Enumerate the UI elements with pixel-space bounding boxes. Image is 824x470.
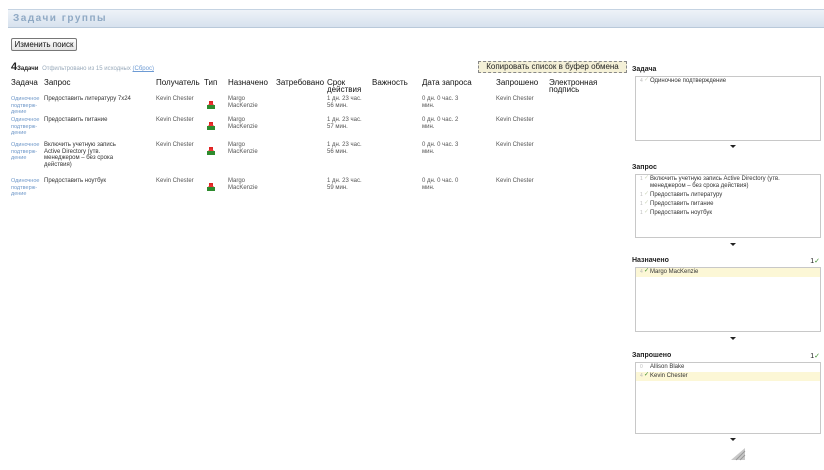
reset-filter-link[interactable]: (Сброс) — [133, 66, 154, 72]
row-requested-date: 0 дн. 0 час. 3 мин. — [422, 96, 459, 109]
filter-item-label: Предоставить ноутбук — [650, 210, 713, 216]
row-request: Предоставить питание — [44, 117, 108, 123]
check-icon: ✓ — [644, 372, 650, 378]
row-request: Включить учетную запись Active Directory… — [44, 142, 116, 168]
filter-item[interactable]: 4 ✓ Kevin Chester — [636, 372, 820, 381]
row-recipient: Kevin Chester — [156, 117, 194, 123]
filter-item-label: Включить учетную запись Active Directory… — [650, 176, 780, 189]
filter-item-count: 1 — [640, 192, 643, 198]
row-requested-date: 0 дн. 0 час. 3 мин. — [422, 142, 459, 155]
filter-item[interactable]: 1 ✓ Предоставить литературу — [636, 191, 820, 200]
row-recipient: Kevin Chester — [156, 142, 194, 148]
filter-item[interactable]: 1 ✓ Предоставить ноутбук — [636, 209, 820, 218]
check-icon: ✓ — [644, 77, 650, 83]
filter-item-count: 1 — [640, 176, 643, 182]
column-header-priority[interactable]: Важность — [372, 79, 408, 87]
row-task-link[interactable]: Одиночное подтверж- дение — [11, 117, 41, 137]
task-type-icon — [206, 118, 216, 130]
filter-item-count: 4 — [640, 78, 643, 84]
row-requested-date: 0 дн. 0 час. 0 мин. — [422, 178, 459, 191]
row-requested-by: Kevin Chester — [496, 178, 534, 184]
column-header-recipient[interactable]: Получатель — [156, 79, 200, 87]
expand-arrow-icon[interactable] — [730, 243, 736, 246]
row-assigned: Margo MacKenzie — [228, 178, 258, 191]
result-count-label: Задачи — [17, 66, 39, 72]
row-recipient: Kevin Chester — [156, 96, 194, 102]
column-header-requested-by[interactable]: Запрошено — [496, 79, 538, 87]
filter-item-label: Предоставить литературу — [650, 192, 723, 198]
check-icon: ✓ — [644, 175, 650, 181]
filter-item-label: Kevin Chester — [650, 373, 688, 379]
filter-list-task[interactable]: 4 ✓ Одиночное подтверждение — [635, 76, 821, 141]
filter-item-count: 4 — [640, 269, 643, 275]
column-header-claimed[interactable]: Затребовано — [276, 79, 324, 87]
filter-title-request: Запрос — [632, 164, 657, 171]
row-recipient: Kevin Chester — [156, 178, 194, 184]
filter-title-task: Задача — [632, 66, 657, 73]
task-type-icon — [206, 97, 216, 109]
column-header-request[interactable]: Запрос — [44, 79, 71, 87]
check-icon: ✓ — [644, 268, 650, 274]
filter-title-assigned: Назначено — [632, 257, 669, 264]
filter-status-text: Отфильтровано из 15 исходных — [42, 66, 131, 72]
title-bar: Задачи группы — [8, 9, 824, 28]
resize-grip-icon[interactable] — [730, 447, 746, 461]
task-type-icon — [206, 143, 216, 155]
column-header-task[interactable]: Задача — [11, 79, 38, 87]
row-due: 1 дн. 23 час. 56 мин. — [327, 96, 362, 109]
check-icon: ✓ — [644, 209, 650, 215]
filter-item-count: 1 — [640, 210, 643, 216]
row-requested-date: 0 дн. 0 час. 2 мин. — [422, 117, 459, 130]
filter-item-label: Одиночное подтверждение — [650, 78, 727, 84]
check-icon: ✓ — [644, 200, 650, 206]
expand-arrow-icon[interactable] — [730, 337, 736, 340]
check-icon: ✓ — [814, 353, 820, 360]
filter-item[interactable]: 1 ✓ Предоставить питание — [636, 200, 820, 209]
filter-item-count: 4 — [640, 373, 643, 379]
row-task-link[interactable]: Одиночное подтверж- дение — [11, 96, 41, 116]
window-title: Задачи группы — [13, 13, 108, 24]
filter-item-count: 0 — [640, 364, 643, 370]
expand-arrow-icon[interactable] — [730, 145, 736, 148]
row-due: 1 дн. 23 час. 57 мин. — [327, 117, 362, 130]
row-task-link[interactable]: Одиночное подтверж- дение — [11, 142, 41, 162]
row-task-link[interactable]: Одиночное подтверж- дение — [11, 178, 41, 198]
result-summary: 4Задачи Отфильтровано из 15 исходных (Сб… — [11, 61, 154, 73]
row-assigned: Margo MacKenzie — [228, 142, 258, 155]
row-assigned: Margo MacKenzie — [228, 117, 258, 130]
change-search-button[interactable]: Изменить поиск — [11, 38, 77, 51]
row-request: Предоставить ноутбук — [44, 178, 107, 184]
check-icon: ✓ — [814, 258, 820, 265]
column-header-type[interactable]: Тип — [204, 79, 217, 87]
filter-selected-count: 1✓ — [810, 257, 820, 265]
task-type-icon — [206, 179, 216, 191]
row-requested-by: Kevin Chester — [496, 117, 534, 123]
row-due: 1 дн. 23 час. 56 мин. — [327, 142, 362, 155]
column-header-assigned[interactable]: Назначено — [228, 79, 268, 87]
filter-item[interactable]: 1 ✓ Включить учетную запись Active Directo… — [636, 175, 820, 191]
filter-item[interactable]: 0 Allison Blake — [636, 363, 820, 372]
filter-item[interactable]: 4 ✓ Margo MacKenzie — [636, 268, 820, 277]
filter-selected-count: 1✓ — [810, 352, 820, 360]
filter-item-label: Margo MacKenzie — [650, 269, 699, 275]
filter-list-request[interactable]: 1 ✓ Включить учетную запись Active Directo… — [635, 174, 821, 238]
expand-arrow-icon[interactable] — [730, 438, 736, 441]
column-header-requested-date[interactable]: Дата запроса — [422, 79, 472, 87]
row-requested-by: Kevin Chester — [496, 96, 534, 102]
column-header-due[interactable]: Срок действия — [327, 79, 367, 94]
filter-list-assigned[interactable]: 4 ✓ Margo MacKenzie — [635, 267, 821, 332]
filter-item-count: 1 — [640, 201, 643, 207]
row-due: 1 дн. 23 час. 59 мин. — [327, 178, 362, 191]
filter-item[interactable]: 4 ✓ Одиночное подтверждение — [636, 77, 820, 86]
copy-to-clipboard-button[interactable]: Копировать список в буфер обмена — [478, 61, 627, 73]
filter-item-label: Allison Blake — [650, 364, 685, 370]
row-assigned: Margo MacKenzie — [228, 96, 258, 109]
filter-title-requested: Запрошено — [632, 352, 672, 359]
filter-list-requested[interactable]: 0 Allison Blake 4 ✓ Kevin Chester — [635, 362, 821, 434]
row-request: Предоставить литературу 7x24 — [44, 96, 131, 102]
row-requested-by: Kevin Chester — [496, 142, 534, 148]
filter-item-label: Предоставить питание — [650, 201, 714, 207]
check-icon: ✓ — [644, 191, 650, 197]
column-header-signature[interactable]: Электронная подпись — [549, 79, 615, 94]
